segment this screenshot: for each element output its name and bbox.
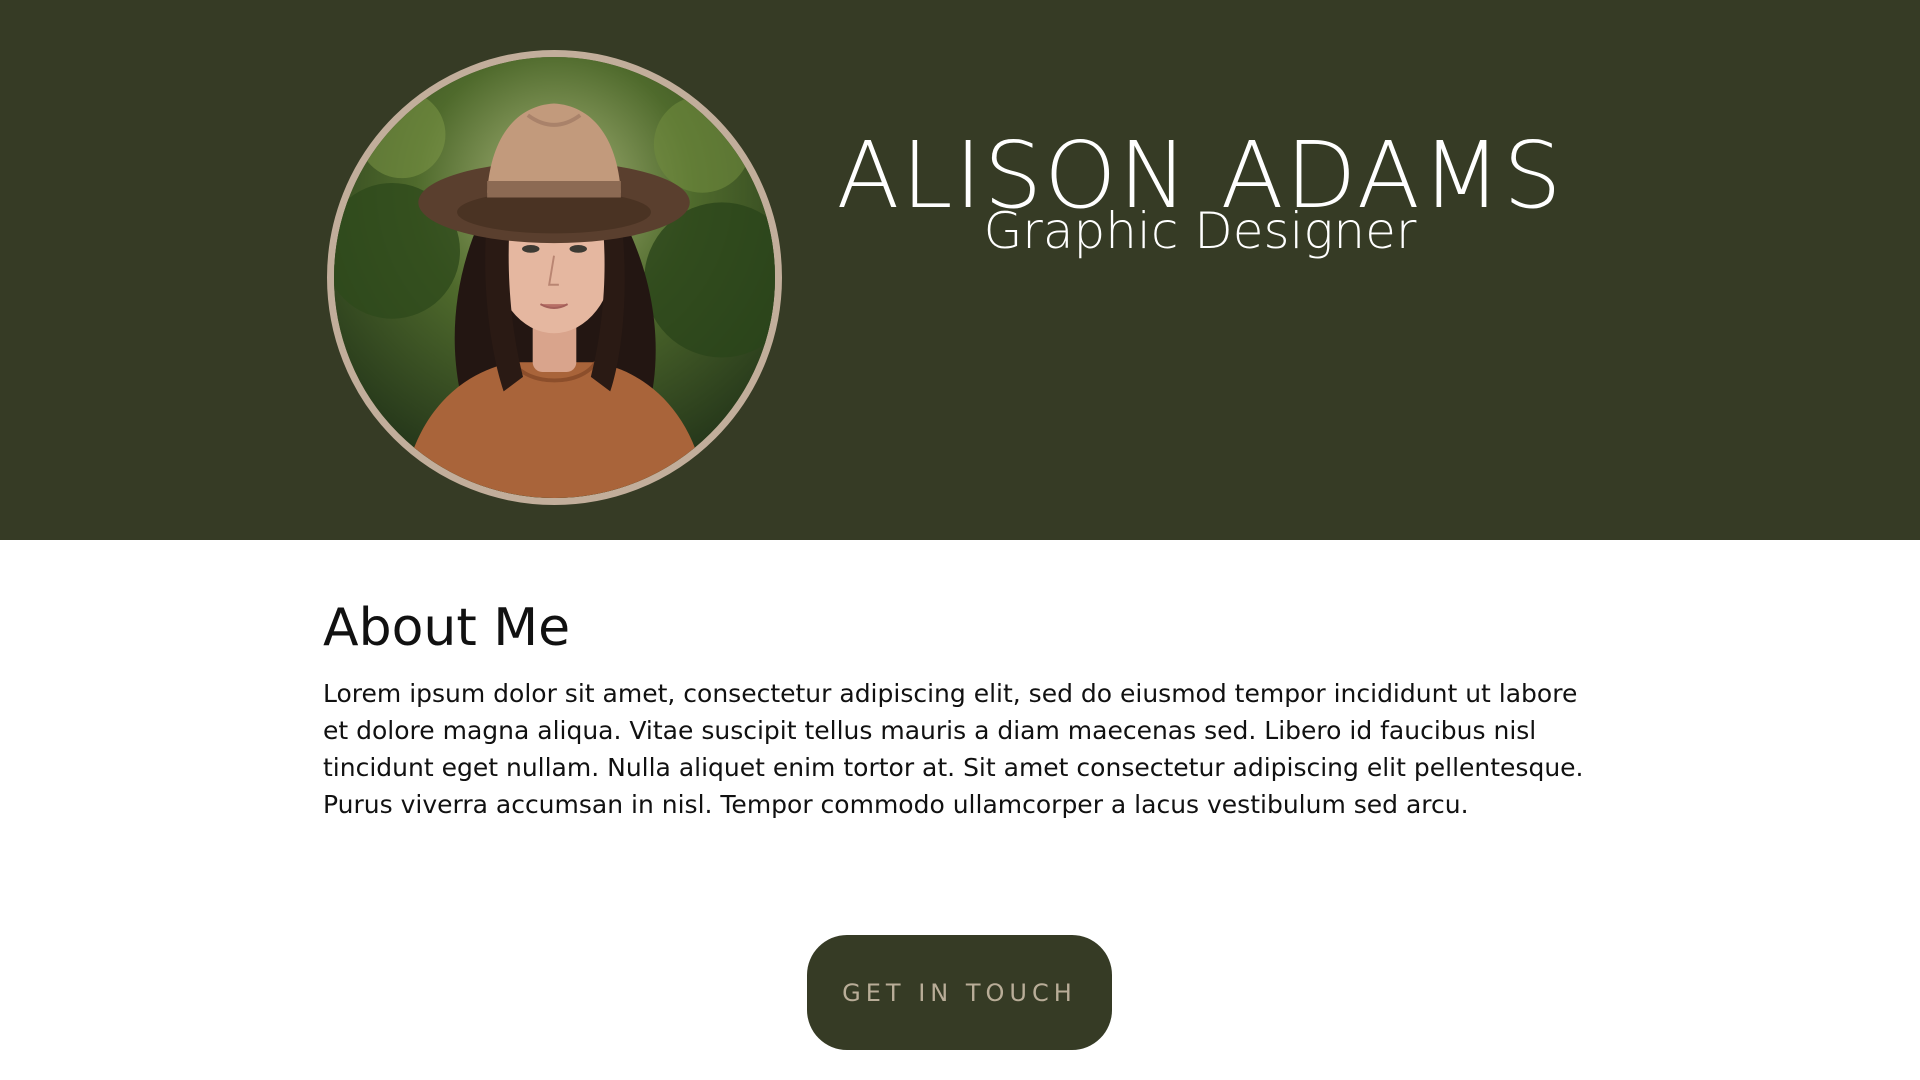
- profile-photo: [327, 50, 782, 505]
- hero-header: ALISON ADAMS Graphic Designer: [0, 0, 1920, 540]
- about-title: About Me: [323, 598, 571, 658]
- profile-photo-illustration: [334, 57, 775, 498]
- about-body: Lorem ipsum dolor sit amet, consectetur …: [323, 679, 1584, 820]
- get-in-touch-button[interactable]: GET IN TOUCH: [807, 935, 1112, 1050]
- job-title: Graphic Designer: [983, 202, 1417, 260]
- about-section: About Me Lorem ipsum dolor sit amet, con…: [323, 598, 1603, 823]
